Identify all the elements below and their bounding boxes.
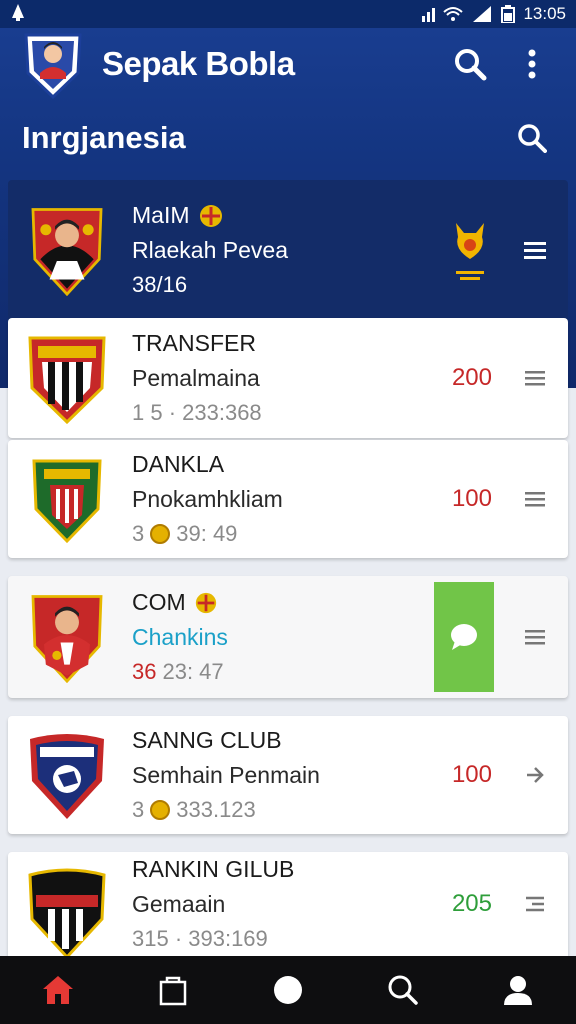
cell-signal-icon (422, 6, 436, 22)
app-bar: Sepak Bobla (0, 28, 576, 100)
item-score: 100 (451, 485, 492, 512)
item-title: DANKLA (132, 451, 225, 477)
nav-home[interactable] (26, 958, 90, 1022)
item-meta: 333.123 (176, 797, 256, 822)
section-search-button[interactable] (510, 116, 554, 160)
player-crest-icon (31, 208, 103, 296)
badge-icon (199, 204, 222, 227)
nav-search[interactable] (371, 958, 435, 1022)
featured-menu-button[interactable] (520, 241, 550, 259)
item-score: 200 (451, 364, 492, 391)
status-bar: 13:05 (0, 0, 576, 28)
menu-icon (525, 630, 545, 645)
coin-icon (150, 800, 171, 820)
coin-icon (150, 524, 171, 544)
notification-icon (10, 3, 422, 26)
section-header: Inrgjanesia (0, 110, 576, 166)
arrow-right-icon (527, 767, 544, 783)
search-button[interactable] (448, 42, 492, 86)
featured-meta: 38/16 (132, 272, 188, 297)
featured-card[interactable]: MaIM Rlaekah Pevea 38/16 (8, 180, 568, 320)
item-meta: 39: 49 (176, 521, 238, 546)
list-item[interactable]: SANNG CLUB Semhain Penmain 3 333.123 100 (8, 716, 568, 834)
battery-icon (501, 5, 516, 23)
item-subtitle: Pemalmaina (132, 365, 260, 391)
search-icon (388, 975, 418, 1005)
item-subtitle: Gemaain (132, 891, 226, 917)
item-menu-button[interactable] (520, 491, 550, 507)
item-title: SANNG CLUB (132, 727, 282, 753)
item-menu-button[interactable] (520, 370, 550, 386)
item-subtitle: Chankins (132, 624, 228, 650)
expand-icon (526, 896, 544, 912)
ball-icon (273, 976, 302, 1004)
item-meta: 315 · 393:169 (132, 926, 268, 951)
item-meta: 1 5 · 233:368 (132, 400, 262, 425)
wifi-icon (443, 7, 464, 21)
person-icon (504, 976, 533, 1005)
more-vert-icon (528, 49, 536, 79)
nav-shop[interactable] (141, 958, 205, 1022)
club-crest-icon (28, 336, 106, 424)
chat-bubble-icon (451, 624, 477, 650)
menu-icon (525, 492, 545, 507)
chat-panel-button[interactable] (434, 582, 494, 692)
item-score: 205 (451, 890, 492, 917)
club-crest-icon (32, 459, 102, 544)
bottom-navigation (0, 956, 576, 1024)
item-meta-prefix: 3 (132, 521, 145, 546)
search-icon (518, 124, 547, 153)
list-item[interactable]: TRANSFER Pemalmaina 1 5 · 233:368 200 (8, 318, 568, 438)
bag-icon (159, 976, 187, 1006)
item-open-button[interactable] (520, 766, 550, 784)
mobile-signal-icon (473, 6, 492, 22)
nav-profile[interactable] (486, 958, 550, 1022)
menu-icon (525, 371, 545, 386)
mascot-icon (456, 223, 484, 280)
item-subtitle: Semhain Penmain (132, 762, 320, 788)
nav-center[interactable] (256, 958, 320, 1022)
item-subtitle: Pnokamhkliam (132, 486, 283, 512)
item-title: TRANSFER (132, 330, 256, 356)
list-item[interactable]: DANKLA Pnokamhkliam 3 39: 49 100 (8, 440, 568, 558)
more-options-button[interactable] (510, 42, 554, 86)
menu-icon (524, 242, 546, 259)
item-meta-prefix: 3 (132, 797, 145, 822)
item-expand-button[interactable] (520, 895, 550, 913)
club-crest-icon (28, 868, 106, 959)
list-item[interactable]: COM Chankins 36 23: 47 (8, 576, 568, 698)
app-logo (24, 33, 82, 99)
item-title: COM (132, 589, 186, 615)
list-item[interactable]: RANKIN GILUB Gemaain 315 · 393:169 205 (8, 852, 568, 959)
app-title: Sepak Bobla (102, 45, 295, 82)
item-score: 100 (451, 761, 492, 788)
badge-icon (195, 592, 216, 613)
featured-subtitle: Rlaekah Pevea (132, 237, 288, 263)
home-icon (42, 976, 73, 1004)
item-menu-button[interactable] (520, 629, 550, 645)
search-icon (455, 49, 487, 81)
status-time: 13:05 (523, 4, 566, 23)
player-crest-icon (31, 595, 103, 683)
item-title: RANKIN GILUB (132, 856, 295, 882)
featured-title: MaIM (132, 202, 190, 228)
item-meta: 23: 47 (162, 659, 224, 684)
club-crest-icon (30, 734, 104, 819)
section-title: Inrgjanesia (22, 120, 186, 155)
item-meta-prefix: 36 (132, 659, 157, 684)
